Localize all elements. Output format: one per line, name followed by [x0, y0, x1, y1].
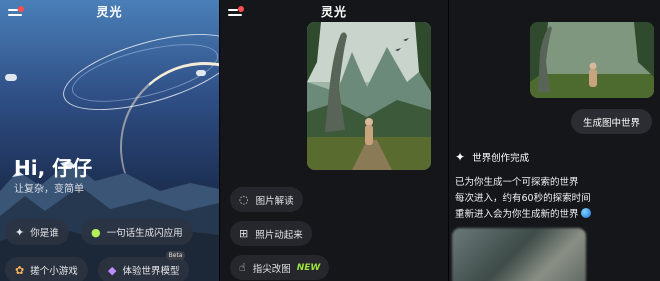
chip-mini-game[interactable]: ✿ 搓个小游戏 [5, 257, 88, 281]
user-message-bubble: 生成图中世界 [570, 109, 652, 134]
photo-animate-icon: ⊞ [239, 227, 249, 240]
tool-label: 照片动起来 [255, 229, 303, 241]
slogan: 让复杂，变简单 [14, 184, 84, 195]
status-text: 世界创作完成 [472, 153, 530, 164]
home-screen: 灵光 Hi, 仔仔 让复杂，变简单 ✦ 你是谁 ● 一句话生成闪应用 ✿ 搓个小… [0, 0, 219, 281]
tool-label: 指尖改图 [252, 263, 291, 275]
chip-world-model[interactable]: ◆ 体验世界模型 Beta [98, 251, 190, 281]
reply-line: 已为你生成一个可探索的世界 [455, 177, 579, 188]
tool-finger-edit[interactable]: ☝ 指尖改图 NEW [230, 255, 330, 280]
dinosaur-world-image[interactable] [530, 22, 654, 98]
world-model-icon: ◆ [108, 263, 117, 277]
game-icon: ✿ [15, 263, 25, 277]
chip-label: 你是谁 [30, 228, 59, 239]
reply-line: 每次进入，约有60秒的探索时间 [455, 193, 591, 204]
new-badge: NEW [296, 262, 321, 273]
flash-app-icon: ● [91, 225, 101, 239]
chip-flash-app[interactable]: ● 一句话生成闪应用 [81, 219, 193, 245]
tool-image-read[interactable]: ◌ 图片解读 [230, 187, 303, 212]
cloud [5, 74, 17, 81]
chip-label: 一句话生成闪应用 [106, 228, 183, 239]
chip-label: 搓个小游戏 [30, 266, 78, 277]
dinosaur-world-image[interactable] [307, 22, 431, 170]
greeting: Hi, 仔仔 [14, 156, 93, 180]
finger-edit-icon: ☝ [239, 261, 246, 274]
beta-badge: Beta [165, 251, 186, 260]
tool-label: 图片解读 [255, 195, 294, 207]
chat-screen: 生成图中世界 ✦ 世界创作完成 已为你生成一个可探索的世界 每次进入，约有60秒… [449, 0, 660, 281]
world-created-status: ✦ 世界创作完成 [455, 150, 529, 164]
cloud [196, 70, 206, 76]
image-chat-icon: ◌ [239, 193, 249, 206]
chip-label: 体验世界模型 [122, 266, 180, 277]
sparkle-icon: ✦ [455, 150, 466, 164]
tools-screen: 灵光 ◌ 图片解读 ⊞ 照片动起来 ☝ 指尖改图 NEW [220, 0, 448, 281]
chip-who-are-you[interactable]: ✦ 你是谁 [5, 219, 69, 245]
sparkle-icon: ✦ [15, 225, 25, 239]
reply-line-text: 重新进入会为你生成新的世界 [455, 209, 579, 220]
tool-photo-animate[interactable]: ⊞ 照片动起来 [230, 221, 312, 246]
app-title: 灵光 [96, 5, 123, 19]
app-title: 灵光 [320, 5, 347, 19]
world-preview-thumbnail[interactable] [452, 228, 586, 281]
reply-line-last: 重新进入会为你生成新的世界 [455, 207, 591, 223]
globe-icon [580, 208, 591, 218]
